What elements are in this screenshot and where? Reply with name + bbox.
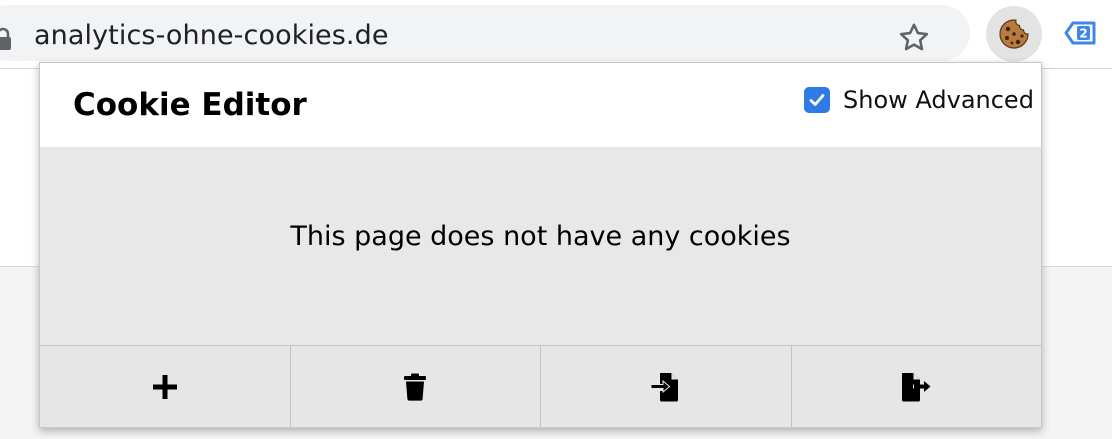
star-icon[interactable] [896,20,932,56]
show-advanced-toggle[interactable]: Show Advanced [804,85,1034,115]
cookie-list-area: This page does not have any cookies [40,147,1041,345]
cookie-editor-popup: Cookie Editor Show Advanced This page do… [39,62,1042,428]
import-icon [650,373,678,402]
export-button[interactable] [792,346,1042,427]
lock-icon[interactable] [0,27,14,51]
show-advanced-label[interactable]: Show Advanced [843,86,1034,114]
cookie-extension-button[interactable] [986,6,1042,62]
export-icon [902,373,931,402]
delete-all-button[interactable] [291,346,541,427]
address-bar[interactable]: analytics-ohne-cookies.de [0,5,970,61]
plus-icon [152,375,177,399]
cookie-icon [999,19,1029,49]
tag-badge-count: 2 [1079,27,1087,41]
url-text[interactable]: analytics-ohne-cookies.de [34,20,389,51]
popup-title: Cookie Editor [73,87,307,123]
browser-toolbar: analytics-ohne-cookies.de 2 [0,0,1112,69]
show-advanced-checkbox[interactable] [804,87,830,113]
empty-state-message: This page does not have any cookies [290,221,791,252]
trash-icon [404,373,427,401]
import-button[interactable] [541,346,792,427]
popup-footer-toolbar [40,345,1042,427]
checkmark-icon [809,94,825,106]
tag-badge-icon: 2 [1064,21,1096,45]
tag-extension-button[interactable]: 2 [1060,16,1100,50]
add-cookie-button[interactable] [40,346,291,427]
popup-header: Cookie Editor Show Advanced [40,63,1041,147]
